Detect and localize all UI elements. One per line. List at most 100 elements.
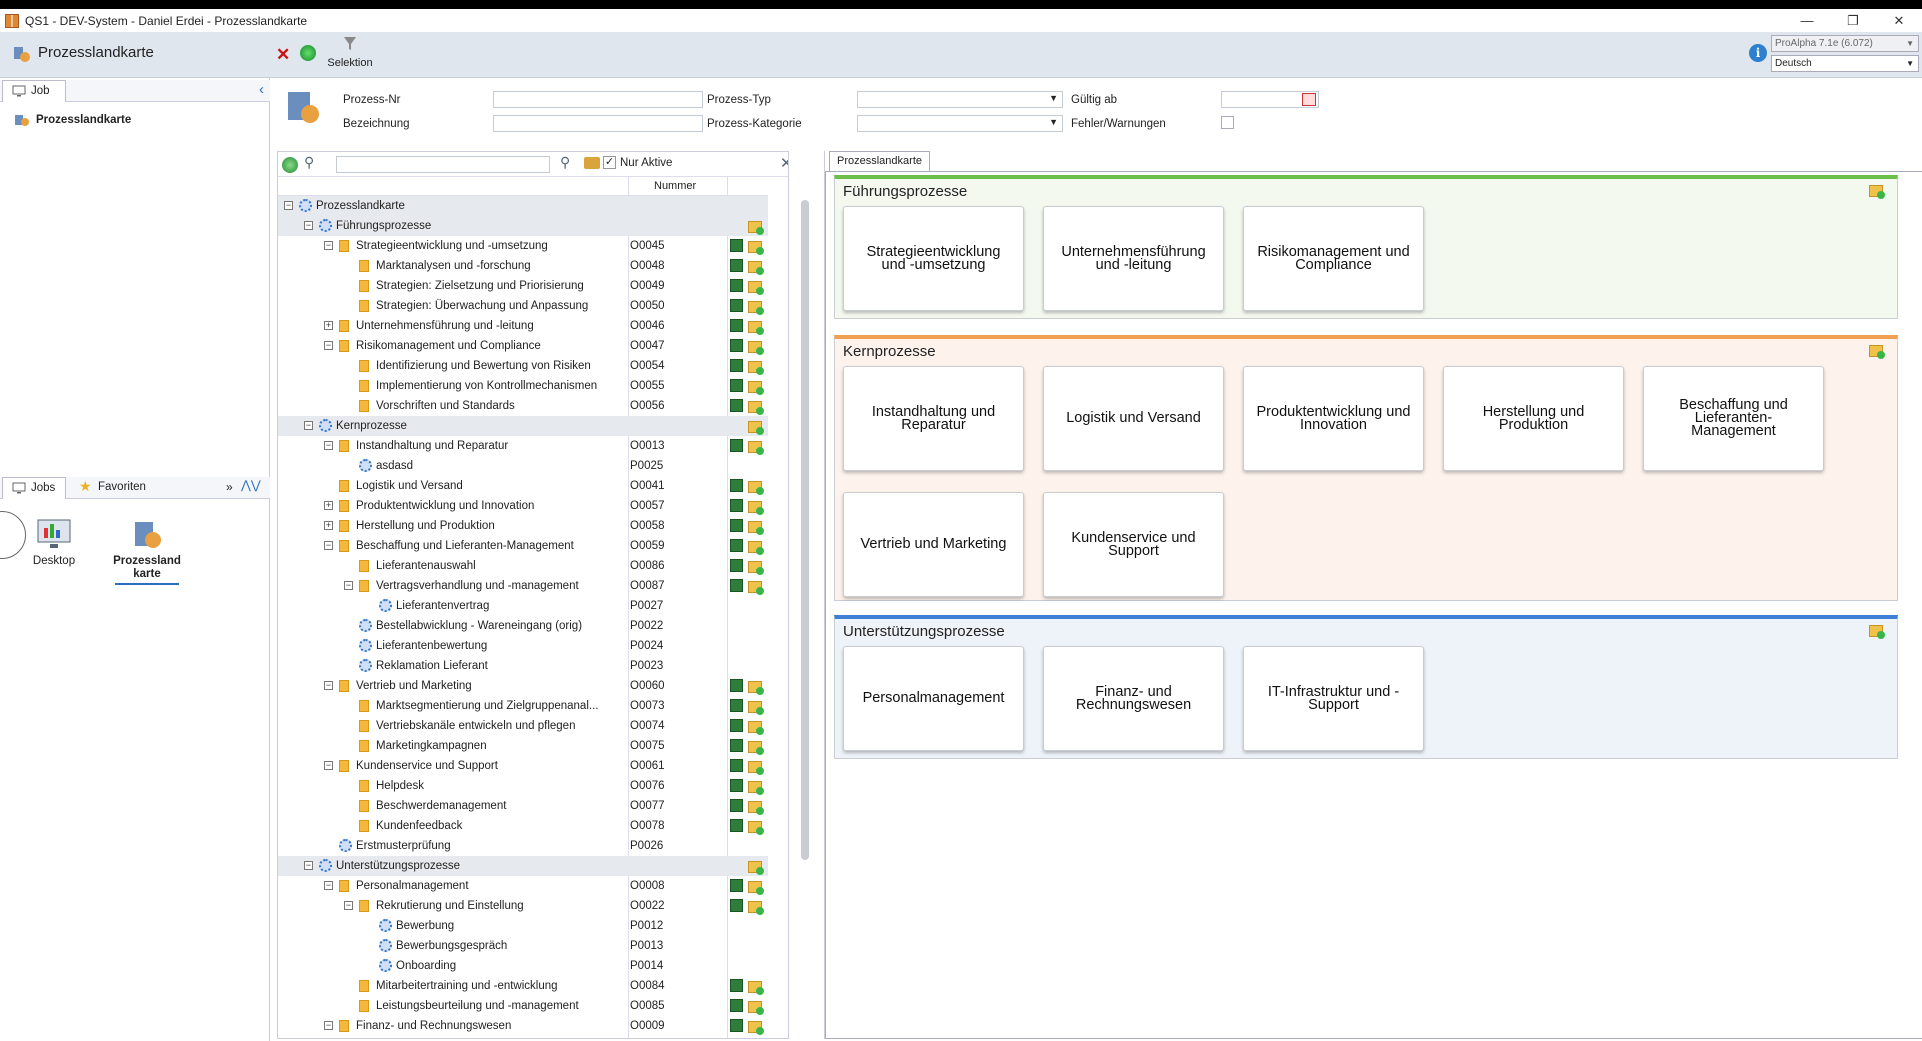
tree-row[interactable]: Bewerbung P0012 bbox=[278, 916, 768, 936]
tree-row[interactable]: Marktsegmentierung und Zielgruppenanal..… bbox=[278, 696, 768, 716]
refresh-icon[interactable] bbox=[282, 157, 298, 173]
edit-icon[interactable] bbox=[730, 479, 743, 492]
confirm-icon[interactable] bbox=[300, 45, 316, 61]
add-folder-icon[interactable] bbox=[748, 221, 764, 235]
prozess-typ-select[interactable]: ▼ bbox=[857, 91, 1063, 108]
col-nummer[interactable]: Nummer bbox=[654, 180, 696, 192]
edit-icon[interactable] bbox=[730, 519, 743, 532]
tree-row[interactable]: Marktanalysen und -forschung O0048 bbox=[278, 256, 768, 276]
tree-row[interactable]: − Rekrutierung und Einstellung O0022 bbox=[278, 896, 768, 916]
tree-row[interactable]: Erstmusterprüfung P0026 bbox=[278, 836, 768, 856]
tree-row[interactable]: − Vertragsverhandlung und -management O008… bbox=[278, 576, 768, 596]
tab-jobs[interactable]: Jobs bbox=[2, 477, 66, 499]
add-folder-icon[interactable] bbox=[748, 361, 764, 375]
add-folder-icon[interactable] bbox=[748, 341, 764, 355]
collapse-icon[interactable]: − bbox=[324, 1021, 333, 1030]
process-card[interactable]: Instandhaltung und Reparatur bbox=[843, 366, 1024, 471]
tree-row[interactable]: − Instandhaltung und Reparatur O0013 bbox=[278, 436, 768, 456]
process-card[interactable]: IT-Infrastruktur und -Support bbox=[1243, 646, 1424, 751]
add-folder-icon[interactable] bbox=[748, 561, 764, 575]
tree-row[interactable]: Leistungsbeurteilung und -management O008… bbox=[278, 996, 768, 1016]
language-select[interactable]: Deutsch ▼ bbox=[1771, 55, 1919, 72]
edit-icon[interactable] bbox=[730, 739, 743, 752]
tree-row[interactable]: Lieferantenbewertung P0024 bbox=[278, 636, 768, 656]
tree-row[interactable]: Strategien: Überwachung und Anpassung O00… bbox=[278, 296, 768, 316]
process-card[interactable]: Beschaffung und Lieferanten-Management bbox=[1643, 366, 1824, 471]
edit-icon[interactable] bbox=[730, 679, 743, 692]
add-folder-icon[interactable] bbox=[748, 701, 764, 715]
add-folder-icon[interactable] bbox=[748, 301, 764, 315]
tree-row[interactable]: Bestellabwicklung - Wareneingang (orig) P… bbox=[278, 616, 768, 636]
edit-icon[interactable] bbox=[730, 379, 743, 392]
process-card[interactable]: Unternehmensführung und -leitung bbox=[1043, 206, 1224, 311]
add-process-icon[interactable] bbox=[1869, 185, 1885, 199]
collapse-icon[interactable]: − bbox=[324, 441, 333, 450]
add-folder-icon[interactable] bbox=[748, 861, 764, 875]
selektion-button[interactable]: Selektion bbox=[324, 36, 376, 69]
bezeichnung-input[interactable] bbox=[493, 115, 703, 132]
add-folder-icon[interactable] bbox=[748, 261, 764, 275]
process-card[interactable]: Vertrieb und Marketing bbox=[843, 492, 1024, 597]
tree-row[interactable]: Vertriebskanäle entwickeln und pflegen O0… bbox=[278, 716, 768, 736]
add-folder-icon[interactable] bbox=[748, 881, 764, 895]
edit-icon[interactable] bbox=[730, 499, 743, 512]
tab-job[interactable]: Job bbox=[2, 80, 66, 102]
edit-icon[interactable] bbox=[730, 1019, 743, 1032]
add-folder-icon[interactable] bbox=[748, 901, 764, 915]
process-card[interactable]: Herstellung und Produktion bbox=[1443, 366, 1624, 471]
version-select[interactable]: ProAlpha 7.1e (6.072) ▼ bbox=[1771, 35, 1919, 52]
process-card[interactable]: Personalmanagement bbox=[843, 646, 1024, 751]
collapse-icon[interactable]: − bbox=[304, 861, 313, 870]
minimize-button[interactable]: — bbox=[1784, 9, 1830, 32]
tree-row[interactable]: Implementierung von Kontrollmechanismen O… bbox=[278, 376, 768, 396]
edit-icon[interactable] bbox=[730, 979, 743, 992]
cancel-icon[interactable]: ✕ bbox=[276, 45, 290, 65]
add-folder-icon[interactable] bbox=[748, 721, 764, 735]
tree-row[interactable]: − Kernprozesse bbox=[278, 416, 768, 436]
add-folder-icon[interactable] bbox=[748, 401, 764, 415]
edit-icon[interactable] bbox=[730, 359, 743, 372]
tree-row[interactable]: Beschwerdemanagement O0077 bbox=[278, 796, 768, 816]
edit-icon[interactable] bbox=[730, 759, 743, 772]
edit-icon[interactable] bbox=[730, 239, 743, 252]
prozess-kategorie-select[interactable]: ▼ bbox=[857, 115, 1063, 132]
process-card[interactable]: Risikomanagement und Compliance bbox=[1243, 206, 1424, 311]
expand-icon[interactable]: + bbox=[324, 521, 333, 530]
calendar-icon[interactable] bbox=[1302, 93, 1316, 106]
collapse-icon[interactable]: − bbox=[324, 341, 333, 350]
edit-icon[interactable] bbox=[730, 439, 743, 452]
add-process-icon[interactable] bbox=[1869, 345, 1885, 359]
job-item-prozesslandkarte[interactable]: Prozesslandkarte bbox=[14, 114, 131, 126]
prozess-nr-input[interactable] bbox=[493, 91, 703, 108]
edit-icon[interactable] bbox=[730, 299, 743, 312]
collapse-icon[interactable]: − bbox=[324, 681, 333, 690]
process-card[interactable]: Kundenservice und Support bbox=[1043, 492, 1224, 597]
edit-icon[interactable] bbox=[730, 899, 743, 912]
tree-row[interactable]: Identifizierung und Bewertung von Risike… bbox=[278, 356, 768, 376]
collapse-icon[interactable]: − bbox=[344, 581, 353, 590]
tree-row[interactable]: − Unterstützungsprozesse bbox=[278, 856, 768, 876]
expand-icon[interactable]: + bbox=[324, 321, 333, 330]
maximize-button[interactable]: ❐ bbox=[1830, 9, 1876, 32]
tree-row[interactable]: − Finanz- und Rechnungswesen O0009 bbox=[278, 1016, 768, 1036]
tree-row[interactable]: − Führungsprozesse bbox=[278, 216, 768, 236]
add-folder-icon[interactable] bbox=[748, 1021, 764, 1035]
add-folder-icon[interactable] bbox=[748, 441, 764, 455]
expand-icon[interactable]: + bbox=[324, 501, 333, 510]
find-icon[interactable]: ⚲ bbox=[560, 154, 570, 171]
tree-scrollbar[interactable] bbox=[801, 200, 809, 860]
process-card[interactable]: Strategieentwicklung und -umsetzung bbox=[843, 206, 1024, 311]
tree-row[interactable]: + Herstellung und Produktion O0058 bbox=[278, 516, 768, 536]
tree-row[interactable]: Onboarding P0014 bbox=[278, 956, 768, 976]
tree-row[interactable]: Kundenfeedback O0078 bbox=[278, 816, 768, 836]
edit-icon[interactable] bbox=[730, 779, 743, 792]
add-folder-icon[interactable] bbox=[748, 501, 764, 515]
edit-icon[interactable] bbox=[730, 339, 743, 352]
edit-icon[interactable] bbox=[730, 279, 743, 292]
add-folder-icon[interactable] bbox=[748, 681, 764, 695]
tree-row[interactable]: − Prozesslandkarte bbox=[278, 196, 768, 216]
edit-icon[interactable] bbox=[730, 539, 743, 552]
process-card[interactable]: Finanz- und Rechnungswesen bbox=[1043, 646, 1224, 751]
tree-row[interactable]: Vorschriften und Standards O0056 bbox=[278, 396, 768, 416]
nur-aktive-checkbox[interactable]: ✓ bbox=[603, 156, 616, 169]
